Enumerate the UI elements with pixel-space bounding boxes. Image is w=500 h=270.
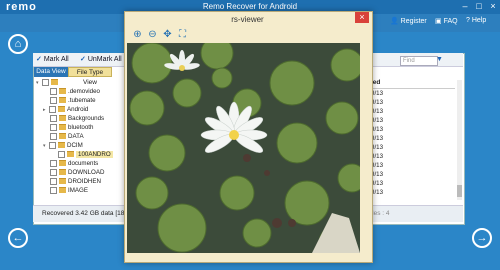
expand-icon[interactable]: ▸: [43, 106, 48, 115]
viewer-title: rs-viewer: [231, 15, 264, 24]
full-size-icon[interactable]: ⛶: [177, 29, 188, 40]
folder-icon: [59, 169, 66, 176]
tree-item[interactable]: .demovideo: [50, 87, 100, 96]
mark-all-label: Mark All: [43, 56, 69, 63]
unmark-all-button[interactable]: ✓ UnMark All: [80, 55, 122, 63]
tree-item[interactable]: DOWNLOAD: [50, 168, 104, 177]
checkbox[interactable]: [50, 177, 57, 185]
tree-item-label: .demovideo: [68, 88, 100, 95]
close-window-icon[interactable]: ×: [486, 0, 500, 12]
folder-icon: [59, 124, 66, 131]
tab-data-view[interactable]: Data View: [34, 67, 68, 77]
faq-label: FAQ: [443, 18, 458, 25]
minimize-icon[interactable]: –: [458, 0, 472, 12]
tree-item[interactable]: DATA: [50, 132, 84, 141]
status-text: Recovered 3.42 GB data [18139: [42, 210, 136, 217]
tree-item[interactable]: IMAGE: [50, 186, 88, 195]
checkbox[interactable]: [50, 114, 57, 122]
search-input[interactable]: Find: [400, 56, 438, 66]
preview-image: [127, 43, 360, 253]
faq-link[interactable]: ▣ FAQ: [435, 17, 458, 25]
tree-item-label: DOWNLOAD: [68, 169, 105, 176]
folder-tree: ▾ .demovideo .tubemate ▸ Android Backgrou…: [36, 78, 131, 203]
collapse-icon[interactable]: ▾: [43, 142, 48, 151]
next-button[interactable]: →: [472, 228, 492, 248]
fit-center-icon[interactable]: ✥: [162, 29, 173, 40]
column-header-date[interactable]: ated: [367, 79, 455, 89]
folder-icon: [59, 178, 66, 185]
tree-item-selected[interactable]: 100ANDRO: [58, 150, 113, 159]
mark-all-button[interactable]: ✓ Mark All: [36, 55, 69, 63]
folder-icon: [59, 133, 66, 140]
tree-item[interactable]: Backgrounds: [50, 114, 104, 123]
checkbox[interactable]: [50, 159, 57, 167]
checkbox[interactable]: [50, 96, 57, 104]
tree-item-label: bluetooth: [68, 124, 94, 131]
checkbox[interactable]: [50, 123, 57, 131]
checkbox[interactable]: [58, 150, 65, 158]
tree-item-label: documents: [68, 160, 99, 167]
help-icon: ?: [466, 17, 470, 24]
tree-item[interactable]: .tubemate: [50, 96, 96, 105]
home-button[interactable]: ⌂: [8, 34, 28, 54]
check-icon: ✓: [80, 56, 86, 63]
tree-root[interactable]: ▾: [36, 78, 60, 87]
tree-item-label: .tubemate: [68, 97, 96, 104]
tree-item-label: IMAGE: [68, 187, 88, 194]
user-icon: 👤: [390, 18, 399, 25]
tree-item-label: Android: [67, 106, 89, 113]
folder-icon: [59, 115, 66, 122]
checkbox[interactable]: [50, 186, 57, 194]
tree-item[interactable]: ▾ DCIM: [43, 141, 83, 150]
check-icon: ✓: [36, 56, 42, 63]
checkbox[interactable]: [49, 141, 56, 149]
search-dropdown-icon[interactable]: ▼: [436, 56, 444, 64]
checkbox[interactable]: [42, 78, 49, 86]
viewer-close-button[interactable]: ×: [355, 12, 369, 23]
checkbox[interactable]: [49, 105, 56, 113]
list-scrollbar[interactable]: [457, 80, 462, 200]
maximize-icon[interactable]: □: [472, 0, 486, 12]
folder-icon: [59, 160, 66, 167]
tree-item-label: DATA: [68, 133, 84, 140]
app-title: Remo Recover for Android: [202, 2, 298, 11]
back-button[interactable]: ←: [8, 228, 28, 248]
tree-item[interactable]: DROIDHEN: [50, 177, 101, 186]
folder-icon: [51, 79, 58, 86]
zoom-in-icon[interactable]: ⊕: [132, 29, 143, 40]
tree-item-label: DCIM: [67, 142, 83, 149]
tree-item[interactable]: ▸ Android: [43, 105, 88, 114]
tree-item-label: 100ANDRO: [76, 151, 113, 158]
folder-icon: [59, 97, 66, 104]
unmark-all-label: UnMark All: [87, 56, 122, 63]
checkbox[interactable]: [50, 168, 57, 176]
faq-icon: ▣: [435, 18, 442, 25]
list-scrollbar-thumb[interactable]: [457, 185, 462, 197]
checkbox[interactable]: [50, 132, 57, 140]
folder-icon: [58, 106, 65, 113]
zoom-out-icon[interactable]: ⊖: [147, 29, 158, 40]
help-label: Help: [471, 17, 487, 24]
tree-item[interactable]: documents: [50, 159, 98, 168]
tree-item[interactable]: bluetooth: [50, 123, 93, 132]
tree-item-label: DROIDHEN: [68, 178, 102, 185]
register-link[interactable]: 👤 Register: [390, 17, 427, 25]
folder-icon: [59, 187, 66, 194]
collapse-icon[interactable]: ▾: [36, 79, 41, 88]
folder-icon: [59, 88, 66, 95]
tab-file-type-view[interactable]: File Type View: [68, 67, 112, 86]
folder-icon: [58, 142, 65, 149]
tree-item-label: Backgrounds: [68, 115, 105, 122]
checkbox[interactable]: [50, 87, 57, 95]
register-label: Register: [400, 18, 427, 25]
folder-icon: [67, 151, 74, 158]
help-link[interactable]: ? Help: [466, 17, 486, 24]
